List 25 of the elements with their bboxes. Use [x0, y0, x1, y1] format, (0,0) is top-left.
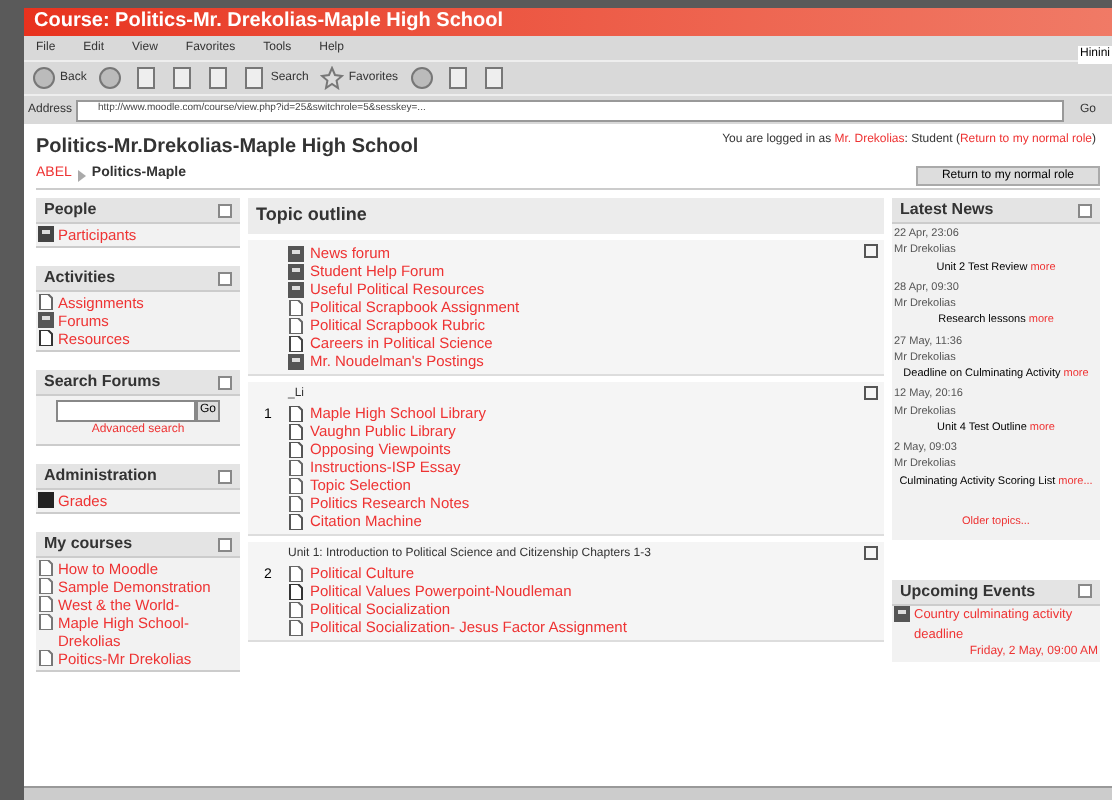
hide-toggle[interactable]	[218, 537, 232, 551]
highlight-toggle[interactable]	[863, 386, 877, 400]
block-title: Search Forums	[44, 370, 161, 394]
block-title: Upcoming Events	[900, 579, 1036, 604]
hide-toggle[interactable]	[218, 271, 232, 285]
hide-toggle[interactable]	[218, 375, 232, 389]
topic-outline-title: Topic outline	[256, 202, 367, 229]
block-title: People	[44, 198, 97, 222]
hide-toggle[interactable]	[218, 203, 232, 217]
search-field[interactable]	[55, 400, 196, 422]
course-title: Politics-Mr.Drekolias-Maple High School	[36, 134, 419, 162]
highlight-toggle[interactable]	[863, 546, 877, 560]
document-icon	[38, 650, 54, 666]
block-title: My courses	[44, 532, 133, 556]
highlight-toggle[interactable]	[863, 244, 877, 258]
hide-toggle[interactable]	[1078, 584, 1092, 599]
block-title: Administration	[44, 464, 157, 488]
window-title: Course: Politics-Mr. Drekolias-Maple High School	[34, 12, 503, 32]
hide-toggle[interactable]	[1078, 203, 1092, 217]
breadcrumb-separator-icon	[77, 169, 86, 181]
block-title: Activities	[44, 266, 116, 290]
star-icon	[320, 66, 345, 90]
document-icon	[38, 330, 54, 346]
block-title: Latest News	[900, 198, 994, 222]
hide-toggle[interactable]	[218, 469, 232, 483]
